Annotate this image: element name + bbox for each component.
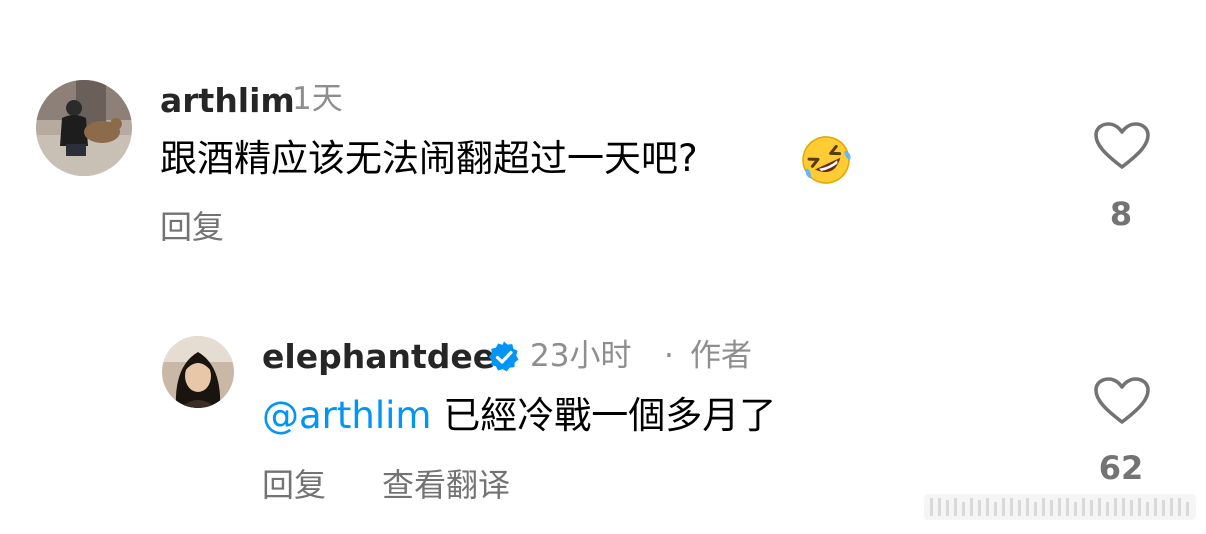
timestamp: 23小时 (530, 338, 632, 374)
author-label: 作者 (690, 338, 752, 374)
like-button[interactable] (1092, 121, 1152, 175)
like-count: 8 (1109, 195, 1133, 233)
avatar[interactable] (36, 80, 132, 176)
like-count: 62 (1098, 449, 1144, 487)
meta-separator: · (664, 338, 674, 374)
comment-text: 跟酒精应该无法闹翻超过一天吧? (160, 137, 698, 180)
see-translation-button[interactable]: 查看翻译 (382, 469, 510, 501)
reply-button[interactable]: 回复 (262, 469, 326, 501)
heart-icon (1093, 377, 1151, 430)
mention-link[interactable]: @arthlim (262, 394, 431, 437)
verified-badge-icon (487, 340, 521, 378)
avatar[interactable] (162, 336, 234, 408)
username[interactable]: arthlim (160, 84, 295, 117)
heart-icon (1093, 122, 1151, 175)
timestamp: 1天 (292, 81, 343, 117)
username[interactable]: elephantdee (262, 340, 495, 373)
rolling-on-floor-laughing-emoji-icon (800, 134, 852, 190)
watermark-logo (924, 492, 1196, 526)
reply-button[interactable]: 回复 (160, 211, 224, 243)
comment-body: 已經冷戰一個多月了 (443, 394, 777, 437)
like-button[interactable] (1092, 376, 1152, 430)
comment-text: @arthlim 已經冷戰一個多月了 (262, 397, 776, 434)
